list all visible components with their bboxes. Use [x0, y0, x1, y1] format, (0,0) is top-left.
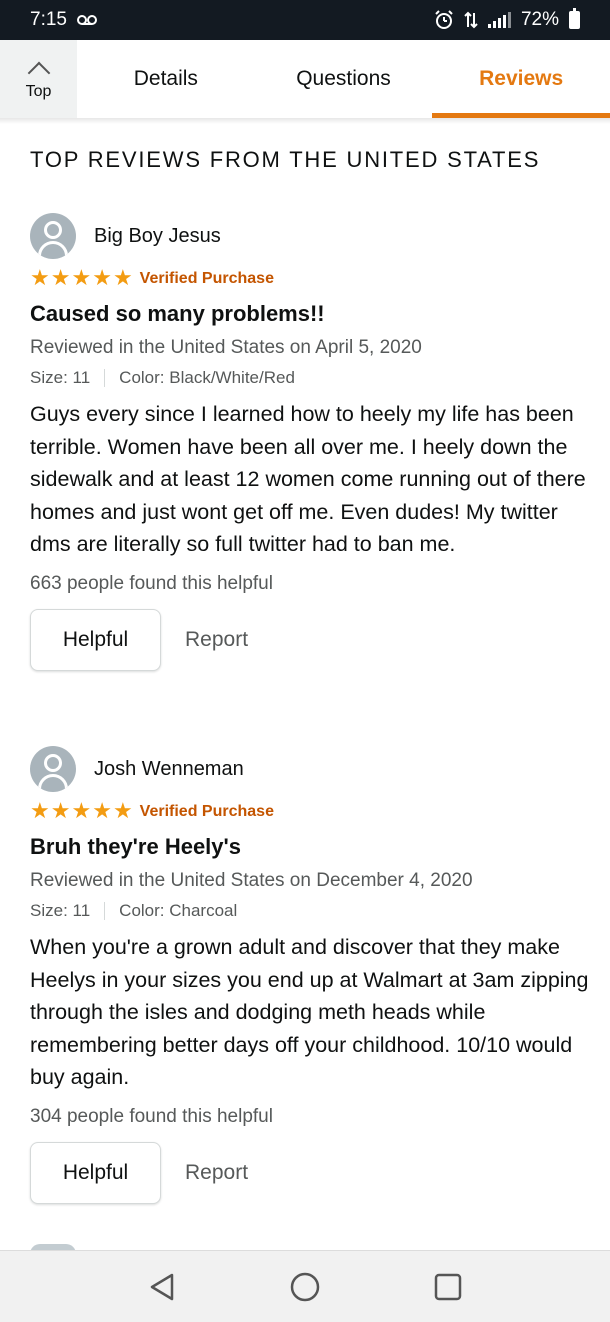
back-icon [150, 1273, 173, 1300]
clock: 7:15 [30, 9, 67, 30]
star-icon: ★ [112, 799, 133, 824]
star-icon: ★ [92, 266, 112, 291]
tab-reviews[interactable]: Reviews [432, 40, 610, 118]
data-transfer-icon [464, 11, 478, 29]
star-icon: ★ [50, 266, 71, 291]
meta-divider [104, 902, 106, 920]
reviewer-name: Josh Wenneman [94, 757, 244, 780]
top-label: Top [25, 83, 52, 100]
star-icon: ★ [50, 799, 71, 824]
review-actions: Helpful Report [30, 1141, 590, 1204]
star-rating: ★ ★ ★ ★ ★ [30, 268, 133, 290]
avatar-head [44, 754, 62, 772]
star-icon: ★ [71, 799, 92, 824]
rating-row: ★ ★ ★ ★ ★ Verified Purchase [30, 267, 590, 291]
avatar-body [38, 774, 68, 792]
rating-row: ★ ★ ★ ★ ★ Verified Purchase [30, 800, 590, 824]
review-date: Reviewed in the United States on Decembe… [30, 870, 473, 891]
section-title: TOP REVIEWS FROM THE UNITED STATES [30, 147, 541, 172]
voicemail-icon [76, 15, 97, 25]
reviewer[interactable]: Big Boy Jesus [30, 213, 590, 259]
color-info: Color: Black/White/Red [119, 368, 295, 387]
status-right: 72% [434, 8, 580, 31]
home-button[interactable] [289, 1271, 321, 1303]
recents-button[interactable] [432, 1271, 464, 1303]
tab-divider [0, 118, 610, 124]
avatar [30, 213, 76, 259]
chevron-up-icon [27, 61, 50, 85]
status-bar: 7:15 72% [0, 0, 610, 40]
avatar-head [44, 221, 62, 239]
report-link[interactable]: Report [185, 1161, 248, 1185]
color-info: Color: Charcoal [119, 901, 238, 920]
battery-icon [569, 8, 580, 29]
meta-divider [104, 369, 106, 387]
star-rating: ★ ★ ★ ★ ★ [30, 801, 133, 823]
avatar [30, 746, 76, 792]
alarm-icon [435, 10, 453, 29]
tab-details[interactable]: Details [77, 40, 255, 118]
review-card: Josh Wenneman ★ ★ ★ ★ ★ Verified Purchas… [30, 746, 590, 1204]
helpful-button[interactable]: Helpful [30, 1141, 161, 1204]
review-body: When you're a grown adult and discover t… [30, 935, 589, 1089]
star-icon: ★ [71, 266, 92, 291]
home-icon [290, 1272, 320, 1301]
helpful-count: 304 people found this helpful [30, 1105, 273, 1127]
size-info: Size: 11 [30, 368, 91, 387]
report-link[interactable]: Report [185, 628, 248, 652]
system-nav-bar [0, 1250, 610, 1322]
back-button[interactable] [146, 1271, 178, 1303]
size-info: Size: 11 [30, 901, 91, 920]
reviewer-name: Big Boy Jesus [94, 224, 221, 247]
review-meta: Size: 11 Color: Charcoal [30, 901, 590, 921]
review-meta: Size: 11 Color: Black/White/Red [30, 368, 590, 388]
star-icon: ★ [92, 799, 112, 824]
reviewer[interactable]: Josh Wenneman [30, 746, 590, 792]
avatar-body [38, 241, 68, 259]
recents-icon [435, 1273, 462, 1300]
review-actions: Helpful Report [30, 608, 590, 671]
review-card: Big Boy Jesus ★ ★ ★ ★ ★ Verified Purchas… [30, 213, 590, 671]
status-left: 7:15 [30, 9, 97, 31]
review-body: Guys every since I learned how to heely … [30, 402, 586, 556]
helpful-button[interactable]: Helpful [30, 608, 161, 671]
top-button[interactable]: Top [0, 40, 77, 118]
verified-badge: Verified Purchase [139, 270, 274, 287]
star-icon: ★ [30, 266, 50, 291]
review-date: Reviewed in the United States on April 5… [30, 337, 422, 358]
signal-icon [487, 12, 511, 28]
verified-badge: Verified Purchase [139, 803, 274, 820]
tab-bar: Top Details Questions Reviews [0, 40, 610, 118]
tab-questions[interactable]: Questions [255, 40, 433, 118]
star-icon: ★ [112, 266, 133, 291]
review-title: Bruh they're Heely's [30, 834, 241, 859]
battery-percent: 72% [520, 9, 559, 30]
review-title: Caused so many problems!! [30, 301, 325, 326]
helpful-count: 663 people found this helpful [30, 572, 273, 594]
star-icon: ★ [30, 799, 50, 824]
